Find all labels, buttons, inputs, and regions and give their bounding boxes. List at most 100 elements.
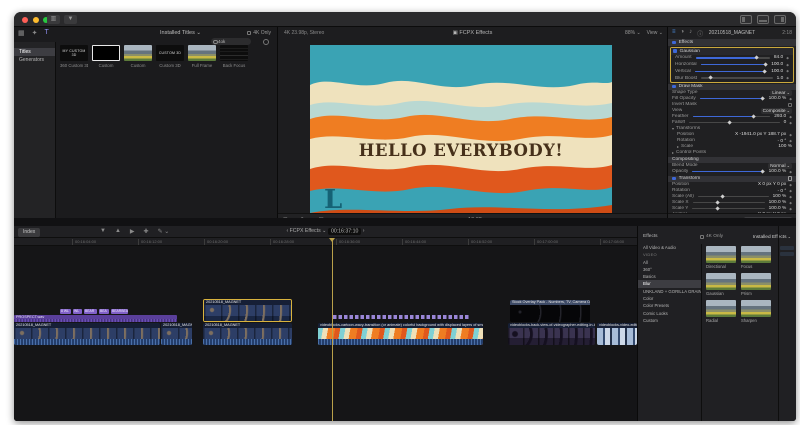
parameter-value[interactable] [788, 102, 792, 107]
parameter-value[interactable]: 100 % [778, 144, 792, 149]
parameter-value[interactable]: 100.0 % [769, 206, 787, 211]
connected-clip[interactable]: 20210518_MAGNET [203, 299, 292, 322]
keyframe-icon[interactable]: ◆ [789, 97, 792, 101]
effects-section-header[interactable]: Effects [668, 39, 796, 46]
crop-icon[interactable] [787, 176, 792, 181]
libraries-icon[interactable]: ▦ [18, 29, 25, 37]
gaussian-enable-checkbox[interactable] [673, 49, 677, 54]
title-clip[interactable]: BEA [99, 309, 109, 314]
parameter-slider[interactable] [694, 69, 768, 74]
parameter-value[interactable]: 100.0 % [769, 96, 787, 101]
title-thumbnail[interactable]: CUSTOM 3D Custom 3D [156, 45, 184, 68]
storyline-clip[interactable]: 20210518_MAGNET [203, 323, 292, 345]
keyframe-icon[interactable]: ◆ [789, 207, 792, 211]
timeline-ruler[interactable]: 00:16:04:00 00:16:12:00 00:16:20:00 00:16:2… [14, 238, 637, 246]
timeline-forward-icon[interactable]: › [363, 228, 365, 234]
gaussian-effect-group[interactable]: Gaussian Amount 84.0 ◆ Horizontal 100.0 … [670, 47, 794, 83]
media-import-icon[interactable]: ▼ [64, 15, 77, 24]
installed-effects-popup[interactable]: Installed Effects [753, 234, 791, 240]
viewer-canvas[interactable]: HELLO EVERYBODY! L [310, 45, 612, 217]
keyframe-icon[interactable]: ◆ [789, 170, 792, 174]
browser-search-input[interactable]: 4ok [211, 38, 251, 45]
title-thumbnail[interactable]: MY CUSTOM 3D 360 Custom 3D [60, 45, 88, 68]
audio-clip[interactable]: PROSPECT.wav [14, 315, 177, 322]
effects-4k-only-checkbox[interactable]: 4K Only [700, 234, 723, 239]
parameter-slider[interactable] [699, 96, 765, 101]
keyframe-icon[interactable]: ◆ [789, 133, 792, 137]
filter-gear-icon[interactable] [263, 38, 269, 45]
timeline-pane-toggle-icon[interactable] [757, 15, 769, 24]
inspector-row[interactable]: Horizontal 100.0 ◆ [671, 61, 793, 68]
sidebar-item[interactable]: Titles [14, 48, 55, 56]
keyframe-icon[interactable]: ◆ [786, 76, 789, 80]
parameter-slider[interactable] [697, 194, 769, 199]
effects-category-item[interactable]: All Video & Audio [638, 244, 701, 251]
parameter-slider[interactable] [700, 62, 768, 67]
effect-thumbnail[interactable]: Directional [706, 246, 736, 269]
connected-clip[interactable]: Stock Overlay Pack - Numbers, TV, Camera… [510, 300, 590, 322]
sidebar-toggle-icon[interactable]: ▥ [47, 15, 60, 24]
parameter-value[interactable]: 0 [784, 120, 787, 125]
browser-4k-only-checkbox[interactable]: 4K Only [247, 30, 271, 36]
effects-category-item[interactable]: Color Presets [638, 302, 701, 309]
effects-scroll-column[interactable] [780, 246, 794, 258]
inspector-row[interactable]: Control Points ◆ [668, 150, 796, 156]
timeline-project-menu[interactable]: FCPX Effects ⌄ [290, 228, 327, 234]
storyline-clip[interactable]: videoblocks-video-editing-timeline-edit [597, 323, 637, 345]
keyframe-icon[interactable]: ◆ [786, 56, 789, 60]
effect-thumbnail[interactable]: Radial [706, 300, 736, 323]
browser-popup-installed-titles[interactable]: Installed Titles ⌄ [160, 30, 201, 36]
keyframe-icon[interactable]: ◆ [789, 121, 792, 125]
keyframe-icon[interactable]: ◆ [789, 195, 792, 199]
enable-checkbox[interactable] [672, 84, 676, 89]
effects-category-item[interactable]: Basics [638, 273, 701, 280]
parameter-value[interactable]: 100 % [773, 194, 787, 199]
inspector-pane-toggle-icon[interactable] [774, 15, 786, 24]
effect-thumbnail[interactable]: Focus [741, 246, 771, 269]
playhead[interactable] [329, 238, 335, 421]
effect-thumbnail[interactable]: Gaussian [706, 273, 736, 296]
effects-category-item[interactable]: Color [638, 295, 701, 302]
parameter-value[interactable]: X 0 px Y 0 px [758, 182, 786, 187]
effect-thumbnail[interactable]: Prism [741, 273, 771, 296]
effects-category-item[interactable]: Custom [638, 317, 701, 324]
parameter-value[interactable]: X -1941.0 px Y 188.7 px [735, 132, 786, 137]
effects-category-item[interactable]: Comic Looks [638, 310, 701, 317]
parameter-value[interactable]: 293.0 [774, 114, 786, 119]
storyline-clip[interactable]: videoblocks-back-view-of-videographer-ed… [508, 323, 595, 345]
titles-generators-icon[interactable]: T [45, 29, 49, 37]
parameter-slider[interactable] [692, 169, 765, 174]
keyframe-icon[interactable]: ◆ [786, 63, 789, 67]
inspector-row[interactable]: Amount 84.0 ◆ [671, 55, 793, 62]
sidebar-item[interactable]: Generators [14, 56, 55, 64]
keyframe-icon[interactable]: ◆ [789, 139, 792, 143]
title-clip[interactable]: 8 WL [60, 309, 71, 314]
enable-checkbox[interactable] [672, 176, 676, 181]
inspector-row[interactable]: Opacity 100.0 % ◆ [668, 169, 796, 175]
parameter-value[interactable]: 100.0 [771, 62, 783, 67]
title-thumbnail[interactable]: Custom [92, 45, 120, 68]
keyframe-icon[interactable]: ◆ [789, 183, 792, 187]
parameter-slider[interactable] [692, 206, 765, 211]
keyframe-icon[interactable]: ◆ [786, 69, 789, 73]
browser-pane-toggle-icon[interactable] [740, 15, 752, 24]
effects-category-item[interactable]: 360° [638, 266, 701, 273]
parameter-value[interactable]: 84.0 [774, 55, 783, 60]
close-window-button[interactable] [22, 16, 28, 23]
viewer-view-menu[interactable]: View ⌄ [647, 30, 663, 36]
keyframe-icon[interactable]: ◆ [789, 201, 792, 205]
storyline-clip[interactable]: 20210518_MAGNET [14, 323, 160, 345]
photos-audio-icon[interactable]: ✦ [32, 29, 38, 37]
title-thumbnail[interactable]: Full Frame [188, 45, 216, 68]
effects-category-item[interactable]: UNKLAND + GORILLA GRAIN [638, 288, 701, 295]
parameter-slider[interactable] [701, 75, 773, 81]
inspector-row[interactable]: Blur Boost 1.0 ◆ [671, 75, 793, 82]
title-thumbnail[interactable]: Custom [124, 45, 152, 68]
inspector-content[interactable]: Effects Gaussian Amount 84.0 ◆ Horizonta… [668, 39, 796, 213]
keyframe-icon[interactable]: ◆ [789, 115, 792, 119]
parameter-value[interactable]: 1.0 [777, 76, 784, 81]
viewer-zoom-menu[interactable]: 88% ⌄ [625, 30, 641, 36]
inspector-row[interactable]: Vertical 100.0 ◆ [671, 68, 793, 75]
effects-enable-checkbox[interactable] [672, 40, 676, 45]
minimize-window-button[interactable] [32, 16, 39, 23]
